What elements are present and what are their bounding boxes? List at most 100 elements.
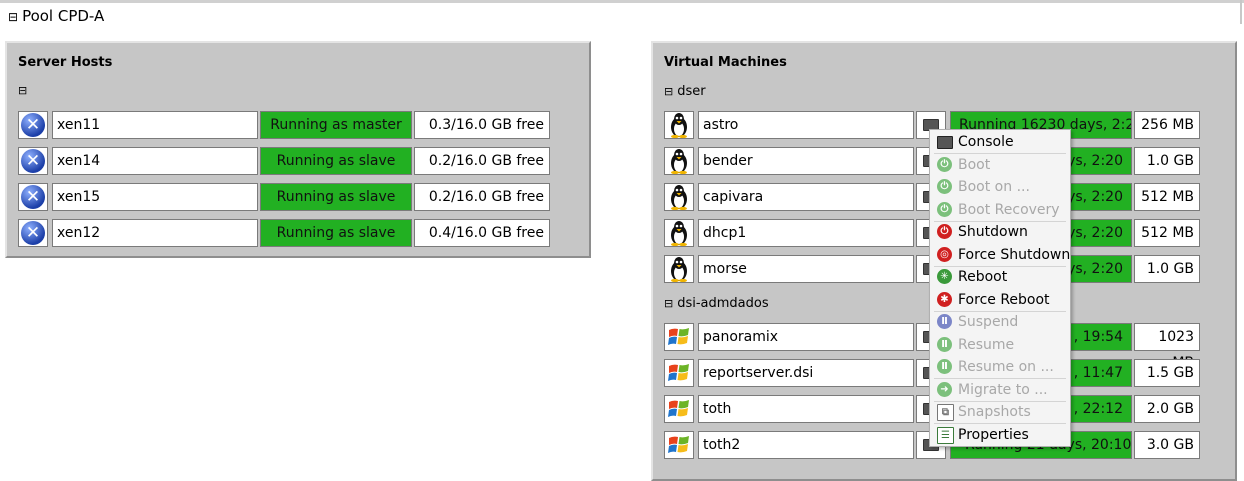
menu-item-label: Reboot (958, 269, 1008, 285)
windows-logo-icon (664, 395, 694, 423)
monitor-icon (937, 136, 953, 149)
host-status: Running as slave (260, 183, 412, 211)
vm-group-collapse-toggle[interactable]: ⊟ (664, 85, 673, 98)
virtual-machines-title: Virtual Machines (664, 55, 787, 70)
force-reboot-icon: ✱ (937, 291, 952, 307)
menu-item-label: Force Shutdown (958, 246, 1071, 263)
pool-header[interactable]: ⊟ Pool CPD-A (8, 7, 104, 25)
windows-logo-icon (664, 323, 694, 351)
linux-tux-icon (664, 255, 694, 283)
menu-item-label: Resume on ... (958, 359, 1054, 375)
menu-item-resume-on: Ⅱ Resume on ... (930, 356, 1070, 378)
menu-item-label: Migrate to ... (958, 381, 1048, 398)
linux-tux-icon (664, 219, 694, 247)
menu-item-suspend: Ⅱ Suspend (930, 311, 1070, 333)
menu-item-force-reboot[interactable]: ✱ Force Reboot (930, 289, 1070, 311)
menu-item-label: Properties (958, 426, 1029, 443)
power-icon: ⏻ (937, 156, 952, 172)
host-icon-box[interactable]: ✕ (18, 219, 48, 247)
vm-name[interactable]: astro (698, 111, 914, 139)
host-name[interactable]: xen15 (52, 183, 258, 211)
pause-icon: Ⅱ (937, 314, 952, 329)
menu-item-label: Shutdown (958, 224, 1028, 240)
vm-name[interactable]: reportserver.dsi (698, 359, 914, 387)
vm-name[interactable]: toth2 (698, 431, 914, 459)
menu-item-boot-recovery: ⏻ Boot Recovery (930, 199, 1070, 221)
force-power-icon: ◎ (937, 246, 952, 262)
menu-item-label: Boot on ... (958, 179, 1030, 195)
vm-group-name: dsi-admdados (677, 296, 769, 311)
menu-item-snapshots: ⧉ Snapshots (930, 401, 1070, 423)
server-hosts-toggle[interactable]: ⊟ (18, 83, 31, 98)
vm-name[interactable]: bender (698, 147, 914, 175)
power-icon: ⏻ (937, 224, 952, 239)
power-icon: ⏻ (937, 201, 952, 217)
menu-item-migrate-to: ➜ Migrate to ... (930, 379, 1070, 401)
menu-item-label: Snapshots (958, 404, 1031, 420)
host-status: Running as slave (260, 219, 412, 247)
menu-item-reboot[interactable]: ✳ Reboot (930, 266, 1070, 288)
host-name[interactable]: xen14 (52, 147, 258, 175)
vm-memory: 512 MB (1134, 183, 1200, 211)
host-memory: 0.2/16.0 GB free (414, 147, 550, 175)
vm-group-name: dser (677, 84, 706, 99)
host-name[interactable]: xen11 (52, 111, 258, 139)
resume-icon: Ⅱ (937, 359, 952, 374)
menu-item-console[interactable]: Console (930, 131, 1070, 153)
vm-memory: 512 MB (1134, 219, 1200, 247)
vm-name[interactable]: dhcp1 (698, 219, 914, 247)
xen-server-icon: ✕ (21, 185, 45, 209)
windows-logo-icon (664, 431, 694, 459)
xen-server-icon: ✕ (21, 113, 45, 137)
vm-memory: 1.0 GB (1134, 255, 1200, 283)
pool-title: Pool CPD-A (22, 7, 105, 25)
menu-item-label: Suspend (958, 314, 1019, 330)
vm-name[interactable]: morse (698, 255, 914, 283)
menu-item-label: Console (958, 134, 1014, 150)
properties-icon: ☰ (937, 426, 954, 444)
vm-group-header[interactable]: ⊟ dsi-admdados (664, 296, 769, 311)
resume-icon: Ⅱ (937, 336, 952, 352)
snapshot-icon: ⧉ (937, 404, 954, 421)
vm-group-collapse-toggle[interactable]: ⊟ (664, 297, 673, 310)
migrate-icon: ➜ (937, 381, 952, 397)
vm-name[interactable]: toth (698, 395, 914, 423)
vm-name[interactable]: panoramix (698, 323, 914, 351)
host-icon-box[interactable]: ✕ (18, 183, 48, 211)
vm-context-menu: Console ⏻ Boot ⏻ Boot on ... ⏻ Boot Recovery ⏻ S… (929, 129, 1071, 447)
vm-memory: 1.5 GB (1134, 359, 1200, 387)
menu-item-label: Boot (958, 156, 991, 173)
host-memory: 0.2/16.0 GB free (414, 183, 550, 211)
vm-memory: 1.0 GB (1134, 147, 1200, 175)
menu-item-label: Force Reboot (958, 291, 1050, 308)
host-status: Running as slave (260, 147, 412, 175)
menu-item-shutdown[interactable]: ⏻ Shutdown (930, 221, 1070, 243)
host-icon-box[interactable]: ✕ (18, 111, 48, 139)
reboot-icon: ✳ (937, 269, 952, 284)
vm-memory: 1023 MB (1134, 323, 1200, 371)
vm-name[interactable]: capivara (698, 183, 914, 211)
menu-item-label: Boot Recovery (958, 201, 1060, 218)
host-status: Running as master (260, 111, 412, 139)
right-border (1240, 0, 1242, 24)
host-name[interactable]: xen12 (52, 219, 258, 247)
host-memory: 0.4/16.0 GB free (414, 219, 550, 247)
menu-item-label: Resume (958, 336, 1015, 353)
xen-server-icon: ✕ (21, 221, 45, 245)
vm-memory: 2.0 GB (1134, 395, 1200, 423)
power-icon: ⏻ (937, 179, 952, 194)
xen-server-icon: ✕ (21, 149, 45, 173)
menu-item-force-shutdown[interactable]: ◎ Force Shutdown (930, 244, 1070, 266)
menu-item-properties[interactable]: ☰ Properties (930, 424, 1070, 446)
top-border (0, 0, 1244, 3)
host-memory: 0.3/16.0 GB free (414, 111, 550, 139)
pool-collapse-toggle[interactable]: ⊟ (8, 10, 18, 24)
windows-logo-icon (664, 359, 694, 387)
vm-memory: 256 MB (1134, 111, 1200, 139)
vm-memory: 3.0 GB (1134, 431, 1200, 459)
menu-item-boot: ⏻ Boot (930, 154, 1070, 176)
menu-item-resume: Ⅱ Resume (930, 334, 1070, 356)
linux-tux-icon (664, 111, 694, 139)
vm-group-header[interactable]: ⊟ dser (664, 84, 706, 99)
host-icon-box[interactable]: ✕ (18, 147, 48, 175)
